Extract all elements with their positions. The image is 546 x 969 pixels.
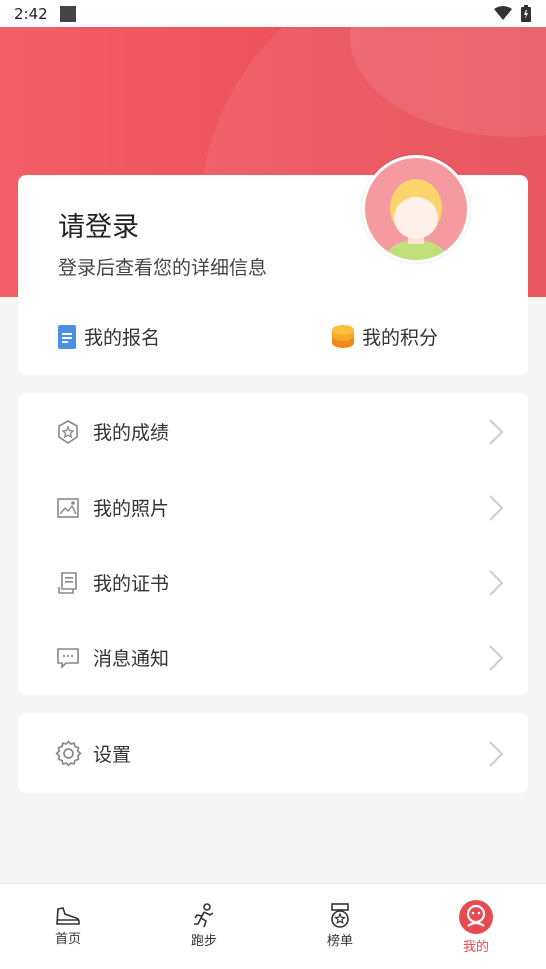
chevron-right-icon (489, 418, 504, 445)
gear-icon (55, 740, 82, 767)
menu-item-my-photos[interactable]: 我的照片 (18, 470, 528, 545)
bottom-nav: 首页 跑步 榜单 我的 (0, 883, 546, 969)
login-subtitle: 登录后查看您的详细信息 (58, 257, 268, 279)
status-bar: 2:42 (0, 0, 546, 27)
my-registration-label: 我的报名 (84, 327, 161, 349)
chevron-right-icon (489, 644, 504, 671)
runner-icon (194, 903, 214, 928)
my-points-label: 我的积分 (362, 327, 439, 349)
menu-label: 我的照片 (93, 498, 170, 520)
shoe-icon (56, 907, 80, 925)
chevron-right-icon (489, 740, 504, 767)
medal-icon (331, 903, 349, 928)
avatar[interactable] (362, 155, 470, 263)
star-badge-icon (58, 419, 78, 444)
notification-icon (60, 6, 76, 22)
avatar-icon (386, 179, 446, 260)
certificate-icon (58, 571, 77, 594)
nav-label: 跑步 (190, 934, 217, 949)
my-points-link[interactable]: 我的积分 (332, 323, 438, 350)
nav-label: 榜单 (326, 934, 353, 949)
menu-label: 我的证书 (93, 573, 170, 595)
chevron-right-icon (489, 569, 504, 596)
wifi-icon (494, 6, 512, 20)
nav-item-leaderboard[interactable]: 榜单 (272, 884, 408, 969)
settings-card: 设置 (18, 713, 528, 793)
menu-label: 消息通知 (93, 648, 170, 670)
my-registration-link[interactable]: 我的报名 (58, 323, 160, 350)
photo-icon (57, 497, 79, 518)
nav-item-running[interactable]: 跑步 (136, 884, 272, 969)
battery-icon (521, 5, 531, 22)
nav-label: 我的 (462, 940, 489, 955)
menu-item-notifications[interactable]: 消息通知 (18, 620, 528, 695)
menu-label: 我的成绩 (93, 422, 170, 444)
message-icon (57, 647, 79, 669)
profile-face-icon (459, 900, 493, 934)
chevron-right-icon (489, 494, 504, 521)
menu-card: 我的成绩 我的照片 我的证书 消息通知 (18, 393, 528, 695)
menu-item-settings[interactable]: 设置 (18, 716, 528, 791)
nav-item-home[interactable]: 首页 (0, 884, 136, 969)
login-title[interactable]: 请登录 (58, 205, 139, 244)
coin-stack-icon (332, 324, 354, 348)
nav-item-profile[interactable]: 我的 (408, 884, 544, 969)
menu-item-my-scores[interactable]: 我的成绩 (18, 394, 528, 469)
menu-item-my-certificates[interactable]: 我的证书 (18, 545, 528, 620)
status-time: 2:42 (14, 5, 48, 23)
settings-label: 设置 (93, 744, 132, 766)
nav-label: 首页 (54, 932, 81, 947)
document-icon (58, 324, 76, 349)
